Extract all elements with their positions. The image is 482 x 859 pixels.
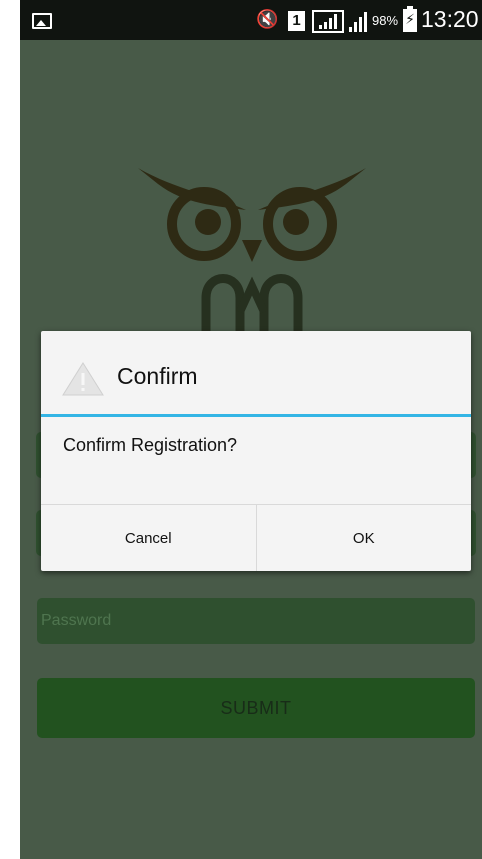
sim-icon: 1	[288, 11, 305, 31]
gallery-icon	[32, 13, 52, 29]
dialog-message: Confirm Registration?	[63, 435, 238, 455]
password-field[interactable]	[37, 598, 475, 644]
clock: 13:20	[421, 6, 479, 32]
owl-logo	[138, 168, 366, 340]
phone-screen: 🔇 1 98% ⚡ 13:20 SUBMIT Confirm Confirm R…	[20, 0, 482, 859]
signal-icon	[348, 12, 368, 32]
confirm-dialog: Confirm Confirm Registration? Cancel OK	[41, 331, 471, 571]
mute-icon: 🔇	[256, 9, 279, 30]
ok-button[interactable]: OK	[255, 505, 472, 571]
cancel-button[interactable]: Cancel	[41, 505, 256, 571]
dialog-title: Confirm	[117, 363, 198, 389]
battery-percent: 98%	[372, 13, 399, 28]
battery-charging-icon: ⚡	[403, 6, 417, 32]
dialog-header: Confirm	[41, 331, 471, 417]
submit-button[interactable]: SUBMIT	[37, 678, 475, 738]
warning-icon	[62, 362, 104, 396]
status-bar: 🔇 1 98% ⚡ 13:20	[20, 0, 482, 40]
signal-icon	[312, 10, 344, 33]
dialog-button-bar: Cancel OK	[41, 504, 471, 571]
